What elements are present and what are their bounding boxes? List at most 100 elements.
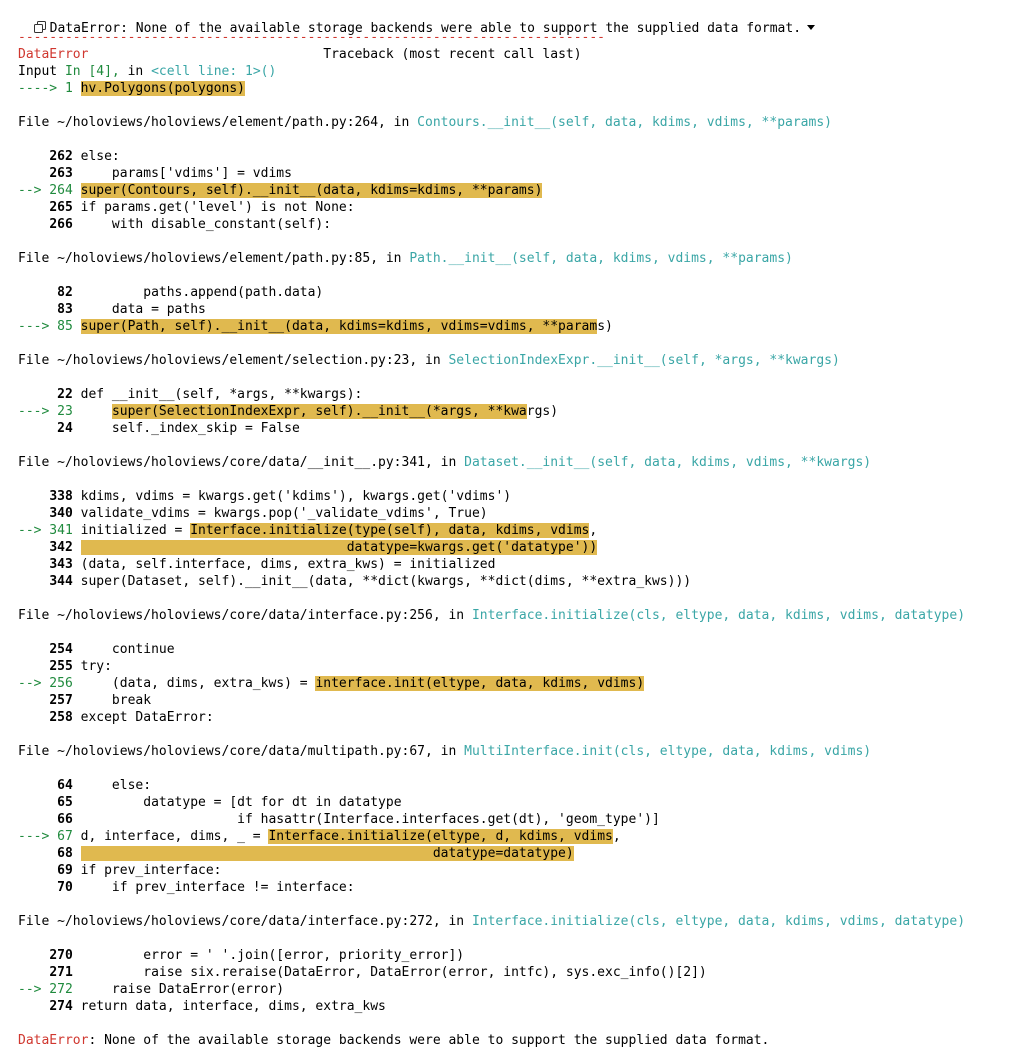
code-line: ---> 23 super(SelectionIndexExpr, self).… (18, 403, 1018, 420)
frame-function: Interface.initialize(cls, eltype, data, … (471, 914, 966, 929)
line-number: 271 (49, 965, 73, 980)
code-text: if prev_interface: (80, 863, 222, 878)
code-line: 263 params['vdims'] = vdims (18, 165, 1018, 182)
code-text: raise DataError(error) (80, 982, 285, 997)
code-text: except DataError: (80, 710, 214, 725)
frame-function: MultiInterface.init(cls, eltype, data, k… (464, 744, 872, 759)
frame-header: File ~/holoviews/holoviews/element/selec… (18, 353, 840, 368)
code-line: 338 kdims, vdims = kwargs.get('kdims'), … (18, 488, 1018, 505)
code-line: 254 continue (18, 641, 1018, 658)
code-text: paths.append(path.data) (80, 285, 324, 300)
line-number: 24 (57, 421, 73, 436)
line-number: 342 (49, 540, 73, 555)
line-number: 265 (49, 200, 73, 215)
frame-function: SelectionIndexExpr.__init__(self, *args,… (448, 353, 840, 368)
input-ref: In [4], (64, 64, 120, 79)
error-summary-header[interactable]: DataError: None of the available storage… (18, 3, 816, 36)
code-line: 66 if hasattr(Interface.interfaces.get(d… (18, 811, 1018, 828)
code-line: 255 try: (18, 658, 1018, 675)
code-line: 65 datatype = [dt for dt in datatype (18, 794, 1018, 811)
code-text: super(Dataset, self).__init__(data, **di… (80, 574, 692, 589)
line-number: 255 (49, 659, 73, 674)
code-text: datatype=kwargs.get('datatype')) (80, 540, 598, 555)
traceback-output: ----------------------------------------… (18, 29, 1018, 1049)
frame-file: File ~/holoviews/holoviews/core/data/__i… (18, 455, 433, 470)
frame-file: File ~/holoviews/holoviews/core/data/int… (18, 914, 441, 929)
frame-header: File ~/holoviews/holoviews/core/data/mul… (18, 744, 872, 759)
code-line: 257 break (18, 692, 1018, 709)
code-text: continue (80, 642, 175, 657)
traceback-header: DataError Traceback (most recent call la… (18, 46, 1018, 63)
code-text: super(SelectionIndexExpr, self).__init__… (111, 404, 559, 419)
line-number: 338 (49, 489, 73, 504)
final-error-line: DataError: None of the available storage… (18, 1032, 1018, 1049)
highlighted-code: super(Contours, self).__init__(data, kdi… (80, 183, 543, 198)
frame-function: Interface.initialize(cls, eltype, data, … (471, 608, 966, 623)
frame-header: File ~/holoviews/holoviews/core/data/int… (18, 608, 966, 623)
code-line: --> 341 initialized = Interface.initiali… (18, 522, 1018, 539)
code-line: 70 if prev_interface != interface: (18, 879, 1018, 896)
code-text: validate_vdims = kwargs.pop('_validate_v… (80, 506, 488, 521)
line-number: 343 (49, 557, 73, 572)
code-line: 69 if prev_interface: (18, 862, 1018, 879)
line-number: 266 (49, 217, 73, 232)
code-line: 340 validate_vdims = kwargs.pop('_valida… (18, 505, 1018, 522)
code-line: 342 datatype=kwargs.get('datatype')) (18, 539, 1018, 556)
code-line: 258 except DataError: (18, 709, 1018, 726)
error-name: DataError (18, 47, 89, 62)
code-line: 82 paths.append(path.data) (18, 284, 1018, 301)
highlighted-code: datatype=kwargs.get('datatype')) (80, 540, 598, 555)
current-line-number: --> 272 (18, 982, 73, 997)
frame-header: File ~/holoviews/holoviews/element/path.… (18, 251, 793, 266)
line-number: 340 (49, 506, 73, 521)
frame-file: File ~/holoviews/holoviews/element/selec… (18, 353, 418, 368)
final-error-message: : None of the available storage backends… (88, 1033, 770, 1048)
current-line-number: --> 264 (18, 183, 73, 198)
line-number: 83 (57, 302, 73, 317)
frame-header: File ~/holoviews/holoviews/core/data/int… (18, 914, 966, 929)
line-number: 274 (49, 999, 73, 1014)
code-text: (data, self.interface, dims, extra_kws) … (80, 557, 496, 572)
line-number: 82 (57, 285, 73, 300)
code-text: (data, dims, extra_kws) = interface.init… (80, 676, 645, 691)
code-line: 274 return data, interface, dims, extra_… (18, 998, 1018, 1015)
line-number: 262 (49, 149, 73, 164)
line-number: 70 (57, 880, 73, 895)
code-text: raise six.reraise(DataError, DataError(e… (80, 965, 707, 980)
highlighted-code: super(SelectionIndexExpr, self).__init__… (111, 404, 527, 419)
code-text: if hasattr(Interface.interfaces.get(dt),… (80, 812, 660, 827)
line-number: 344 (49, 574, 73, 589)
code-line: 24 self._index_skip = False (18, 420, 1018, 437)
line-number: 263 (49, 166, 73, 181)
line-number: 270 (49, 948, 73, 963)
frame-file: File ~/holoviews/holoviews/core/data/mul… (18, 744, 433, 759)
code-line: 64 else: (18, 777, 1018, 794)
code-line: 265 if params.get('level') is not None: (18, 199, 1018, 216)
code-text: datatype = [dt for dt in datatype (80, 795, 402, 810)
code-text: self._index_skip = False (80, 421, 300, 436)
highlighted-code: interface.init(eltype, data, kdims, vdim… (315, 676, 645, 691)
final-error-name: DataError (18, 1033, 89, 1048)
traceback-label: Traceback (most recent call last) (323, 47, 582, 62)
code-line: 271 raise six.reraise(DataError, DataErr… (18, 964, 1018, 981)
code-line: 262 else: (18, 148, 1018, 165)
line-number: 22 (57, 387, 73, 402)
code-line: ---> 85 super(Path, self).__init__(data,… (18, 318, 1018, 335)
code-line: 343 (data, self.interface, dims, extra_k… (18, 556, 1018, 573)
frame-header: File ~/holoviews/holoviews/core/data/__i… (18, 455, 872, 470)
current-line-number: --> 341 (18, 523, 73, 538)
code-line: --> 264 super(Contours, self).__init__(d… (18, 182, 1018, 199)
line-number: 258 (49, 710, 73, 725)
code-text: def __init__(self, *args, **kwargs): (80, 387, 363, 402)
code-text: super(Path, self).__init__(data, kdims=k… (80, 319, 613, 334)
line-number: 65 (57, 795, 73, 810)
code-text: if prev_interface != interface: (80, 880, 355, 895)
separator: ----------------------------------------… (18, 30, 605, 45)
code-text: if params.get('level') is not None: (80, 200, 355, 215)
code-text: d, interface, dims, _ = Interface.initia… (80, 829, 621, 844)
code-text: else: (80, 778, 152, 793)
code-text: return data, interface, dims, extra_kws (80, 999, 386, 1014)
current-line-number: ---> 23 (18, 404, 73, 419)
highlighted-code: super(Path, self).__init__(data, kdims=k… (80, 319, 598, 334)
highlighted-code: Interface.initialize(type(self), data, k… (190, 523, 590, 538)
